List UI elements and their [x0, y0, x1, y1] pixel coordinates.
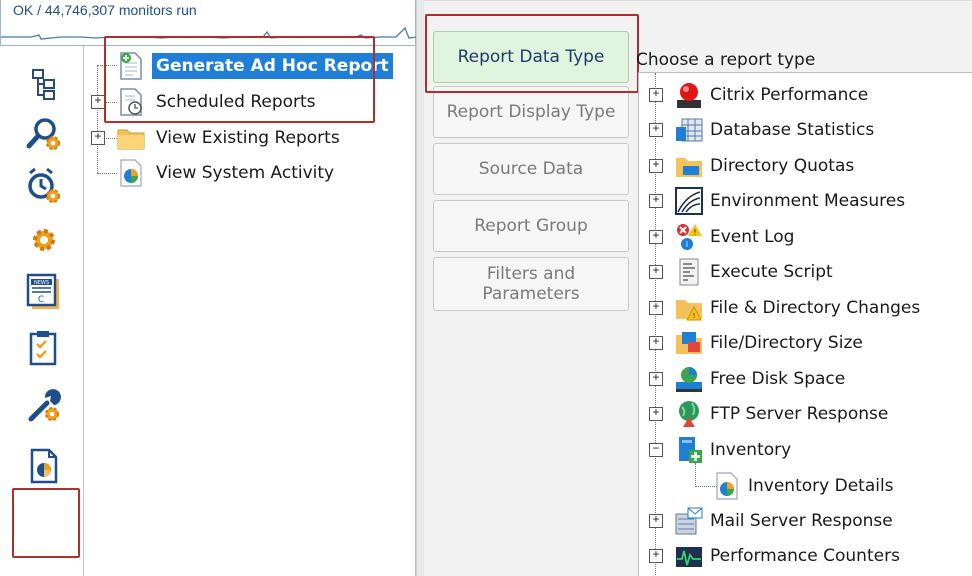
tab-label: Filters and Parameters: [482, 264, 580, 304]
report-type-file-dir-changes[interactable]: ! File & Directory Changes: [673, 291, 920, 325]
directory-quota-icon: [673, 150, 705, 182]
report-type-label: Directory Quotas: [710, 156, 855, 176]
tab-label: Report Group: [474, 216, 588, 236]
report-type-free-disk[interactable]: Free Disk Space: [673, 362, 845, 396]
status-text: OK / 44,746,307 monitors run: [13, 2, 197, 18]
environment-expander[interactable]: +: [649, 194, 663, 208]
view-existing-expander[interactable]: +: [91, 131, 105, 145]
svg-text:C: C: [38, 295, 44, 305]
search-gear-icon[interactable]: [22, 112, 66, 156]
tree-item-label: Generate Ad Hoc Report: [152, 53, 393, 79]
disk-icon: [673, 363, 705, 395]
database-expander[interactable]: +: [649, 123, 663, 137]
execute-script-expander[interactable]: +: [649, 265, 663, 279]
report-type-file-dir-size[interactable]: File/Directory Size: [673, 326, 863, 360]
svg-text:!: !: [693, 312, 696, 320]
report-type-event-log[interactable]: ! i Event Log: [673, 220, 794, 254]
tab-label: Source Data: [478, 159, 584, 179]
mail-server-icon: [673, 505, 705, 537]
checklist-icon[interactable]: [22, 326, 66, 370]
folder-icon: [116, 123, 146, 153]
report-type-label: Database Statistics: [710, 120, 875, 140]
tree-item-label: Scheduled Reports: [156, 92, 316, 112]
alarm-gear-icon[interactable]: [22, 164, 66, 208]
icon-rail: NEWS C: [0, 46, 84, 576]
report-type-label: Performance Counters: [710, 546, 900, 566]
environment-icon: [673, 185, 705, 217]
tree-item-view-existing[interactable]: View Existing Reports: [116, 122, 344, 154]
report-icon[interactable]: [22, 444, 66, 488]
pie-doc-icon: [116, 158, 146, 188]
tab-label: Report Data Type: [457, 47, 605, 67]
report-type-label: File & Directory Changes: [710, 298, 921, 318]
tab-label: Report Display Type: [446, 102, 616, 122]
report-type-performance-counters[interactable]: Performance Counters: [673, 539, 900, 573]
globe-icon: [673, 398, 705, 430]
report-type-mail-server[interactable]: Mail Server Response: [673, 504, 893, 538]
report-type-database[interactable]: Database Statistics: [673, 113, 874, 147]
wrench-gear-icon[interactable]: [22, 382, 66, 426]
news-icon[interactable]: NEWS C: [22, 270, 66, 314]
tree-item-scheduled-reports[interactable]: Scheduled Reports: [116, 86, 320, 118]
tab-report-data-type[interactable]: Report Data Type: [433, 31, 629, 83]
report-tree: + + Generate Ad Hoc Report Scheduled Rep…: [84, 46, 416, 576]
report-type-environment[interactable]: Environment Measures: [673, 184, 905, 218]
tree-item-view-system-activity[interactable]: View System Activity: [116, 157, 338, 189]
pie-doc-icon: [711, 470, 743, 502]
file-size-icon: [673, 327, 705, 359]
report-type-label: Citrix Performance: [710, 85, 869, 105]
scheduled-doc-icon: [116, 87, 146, 117]
status-strip: OK / 44,746,307 monitors run: [0, 0, 417, 46]
svg-text:i: i: [686, 240, 688, 249]
directory-quotas-expander[interactable]: +: [649, 159, 663, 173]
event-log-expander[interactable]: +: [649, 230, 663, 244]
document-add-icon: [116, 51, 146, 81]
report-type-execute-script[interactable]: Execute Script: [673, 255, 833, 289]
report-type-label: File/Directory Size: [710, 333, 863, 353]
tab-report-group[interactable]: Report Group: [433, 200, 629, 252]
citrix-expander[interactable]: +: [649, 88, 663, 102]
perf-counter-icon: [673, 540, 705, 572]
splitter[interactable]: [416, 0, 424, 576]
citrix-icon: [673, 79, 705, 111]
perf-counters-expander[interactable]: +: [649, 549, 663, 563]
report-type-label: Event Log: [710, 227, 795, 247]
report-type-label: Environment Measures: [710, 191, 906, 211]
tree-item-label: View System Activity: [156, 163, 335, 183]
mail-server-expander[interactable]: +: [649, 514, 663, 528]
event-log-icon: ! i: [673, 221, 705, 253]
report-type-directory-quotas[interactable]: Directory Quotas: [673, 149, 854, 183]
inventory-expander[interactable]: −: [649, 443, 663, 457]
folder-warning-icon: !: [673, 292, 705, 324]
report-type-header: Choose a report type: [636, 50, 816, 70]
tree-item-label: View Existing Reports: [156, 128, 340, 148]
report-type-label: Mail Server Response: [710, 511, 893, 531]
report-type-tree: + + + + + + + + + + − + + Citrix Perform…: [638, 72, 972, 576]
tab-source-data[interactable]: Source Data: [433, 143, 629, 195]
report-type-ftp[interactable]: FTP Server Response: [673, 397, 888, 431]
scheduled-reports-expander[interactable]: +: [91, 95, 105, 109]
tab-filters-parameters[interactable]: Filters and Parameters: [433, 257, 629, 311]
script-icon: [673, 256, 705, 288]
tree-icon[interactable]: [22, 62, 66, 106]
free-disk-expander[interactable]: +: [649, 372, 663, 386]
report-type-inventory-details[interactable]: Inventory Details: [711, 469, 894, 503]
report-type-label: Free Disk Space: [710, 369, 846, 389]
report-type-label: FTP Server Response: [710, 404, 889, 424]
gear-icon[interactable]: [22, 218, 66, 262]
report-type-label: Inventory: [710, 440, 792, 460]
inventory-icon: [673, 434, 705, 466]
report-type-inventory[interactable]: Inventory: [673, 433, 791, 467]
report-type-citrix[interactable]: Citrix Performance: [673, 78, 868, 112]
ftp-expander[interactable]: +: [649, 407, 663, 421]
svg-text:!: !: [693, 228, 696, 237]
database-grid-icon: [673, 114, 705, 146]
file-dir-size-expander[interactable]: +: [649, 336, 663, 350]
report-type-label: Execute Script: [710, 262, 833, 282]
tree-item-generate-ad-hoc[interactable]: Generate Ad Hoc Report: [116, 50, 393, 82]
tab-report-display-type[interactable]: Report Display Type: [433, 86, 629, 138]
file-dir-changes-expander[interactable]: +: [649, 301, 663, 315]
svg-text:NEWS: NEWS: [34, 280, 49, 286]
report-type-label: Inventory Details: [748, 476, 894, 496]
